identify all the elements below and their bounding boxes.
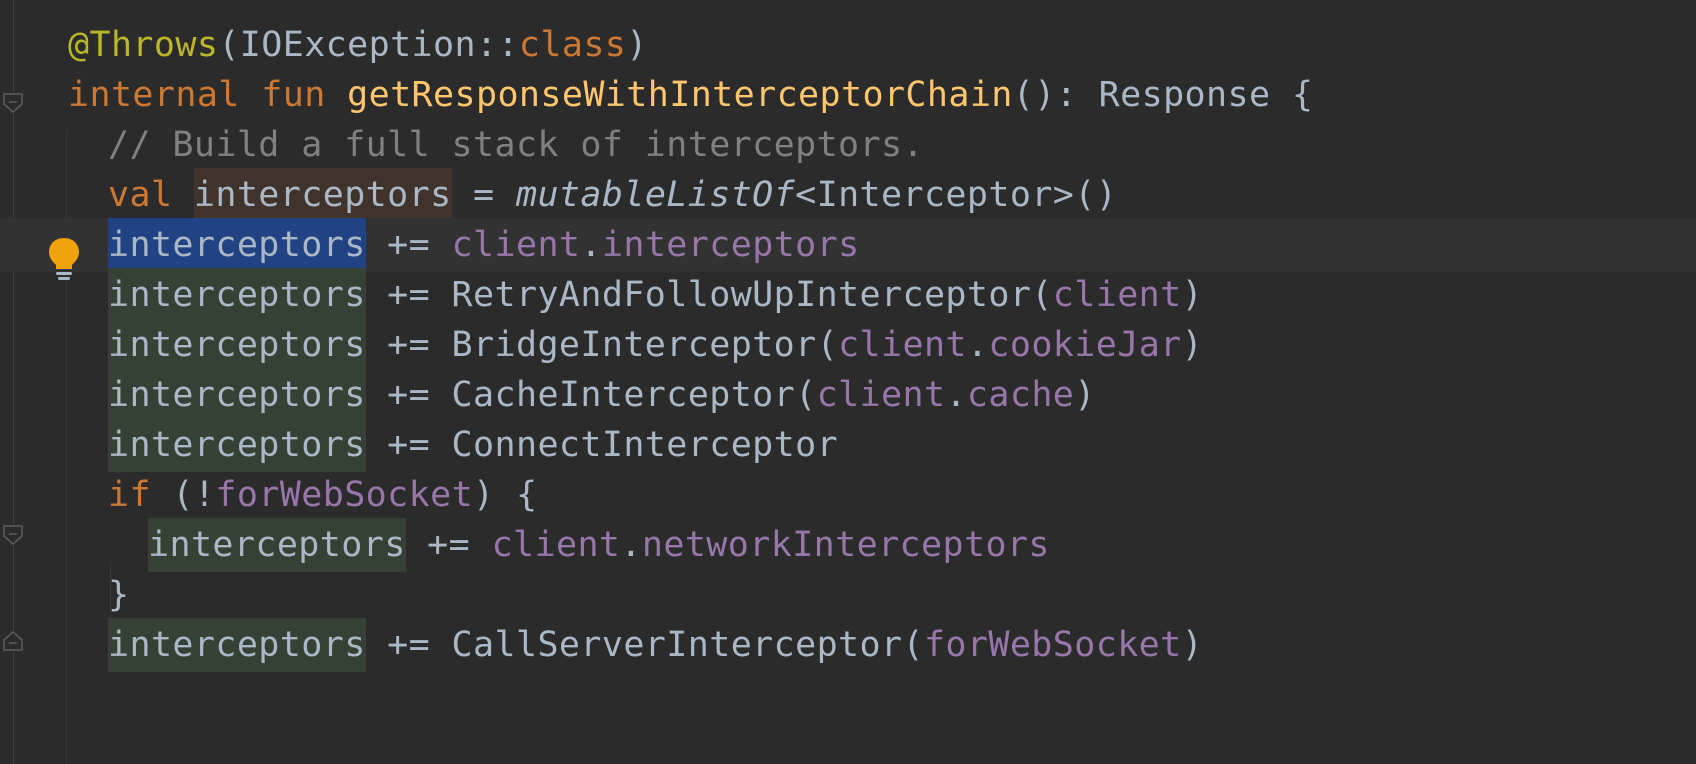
code-token: interceptors xyxy=(108,368,366,422)
code-line[interactable]: if (!forWebSocket) { xyxy=(0,468,1696,522)
code-token: . xyxy=(945,375,967,415)
code-token: += xyxy=(405,525,492,565)
code-token: // Build a full stack of interceptors. xyxy=(108,125,924,165)
code-token: . xyxy=(620,525,642,565)
code-token: ) xyxy=(1181,625,1204,665)
code-token: val xyxy=(108,175,194,215)
code-line[interactable]: @Throws(IOException::class) xyxy=(0,18,1696,72)
code-token: } xyxy=(108,575,130,615)
code-token: += CacheInterceptor( xyxy=(365,375,817,415)
code-token: <Interceptor>() xyxy=(795,175,1118,215)
code-line[interactable]: interceptors += RetryAndFollowUpIntercep… xyxy=(0,268,1696,322)
code-line[interactable]: interceptors += CallServerInterceptor(fo… xyxy=(0,618,1696,672)
code-token: if xyxy=(108,475,173,515)
code-token: forWebSocket xyxy=(923,625,1182,665)
code-token: class xyxy=(518,25,627,65)
code-token: internal fun xyxy=(68,75,348,115)
code-token: interceptors xyxy=(148,518,406,572)
code-token: . xyxy=(580,225,602,265)
code-token: forWebSocket xyxy=(215,475,474,515)
code-line[interactable]: interceptors += ConnectInterceptor xyxy=(0,418,1696,472)
code-token: client xyxy=(816,375,946,415)
code-token: += RetryAndFollowUpInterceptor( xyxy=(365,275,1053,315)
code-token: interceptors xyxy=(108,618,366,672)
code-token: ) xyxy=(1074,375,1096,415)
code-token: += xyxy=(365,225,452,265)
code-token: += BridgeInterceptor( xyxy=(365,325,839,365)
code-token: cache xyxy=(966,375,1075,415)
code-token: interceptors xyxy=(108,218,366,272)
code-token: client xyxy=(838,325,967,365)
code-line[interactable]: // Build a full stack of interceptors. xyxy=(0,118,1696,172)
code-token: ) xyxy=(1181,325,1204,365)
lightbulb-icon[interactable] xyxy=(46,236,82,282)
code-token: @Throws xyxy=(68,25,219,65)
code-token: mutableListOf xyxy=(515,175,796,215)
code-token: networkInterceptors xyxy=(641,525,1050,565)
code-token: += CallServerInterceptor( xyxy=(365,625,924,665)
code-line[interactable]: internal fun getResponseWithInterceptorC… xyxy=(0,68,1696,122)
code-token: interceptors xyxy=(601,225,860,265)
code-token: client xyxy=(491,525,621,565)
code-editor[interactable]: @Throws(IOException::class) internal fun … xyxy=(0,0,1696,764)
code-token: += ConnectInterceptor xyxy=(365,425,839,465)
code-line[interactable]: val interceptors = mutableListOf<Interce… xyxy=(0,168,1696,222)
code-token: client xyxy=(451,225,581,265)
code-token: (): Response { xyxy=(1012,75,1314,115)
code-token: interceptors xyxy=(108,418,366,472)
code-line[interactable]: interceptors += client.interceptors xyxy=(0,218,1696,272)
code-token: . xyxy=(966,325,989,365)
code-token: interceptors xyxy=(108,268,366,322)
code-token: ) xyxy=(626,25,648,65)
code-line[interactable]: } xyxy=(0,568,1696,622)
code-token: client xyxy=(1052,275,1182,315)
code-line[interactable]: interceptors += client.networkIntercepto… xyxy=(0,518,1696,572)
code-token: ) xyxy=(1181,275,1204,315)
code-token: cookieJar xyxy=(988,325,1182,365)
code-token: (IOException:: xyxy=(218,25,519,65)
code-line[interactable]: interceptors += CacheInterceptor(client.… xyxy=(0,368,1696,422)
code-token: getResponseWithInterceptorChain xyxy=(347,75,1013,115)
code-token: = xyxy=(451,175,516,215)
code-token: interceptors xyxy=(193,168,452,222)
code-token: (! xyxy=(172,475,216,515)
code-token: interceptors xyxy=(108,318,366,372)
code-line[interactable]: interceptors += BridgeInterceptor(client… xyxy=(0,318,1696,372)
code-token: ) { xyxy=(473,475,538,515)
